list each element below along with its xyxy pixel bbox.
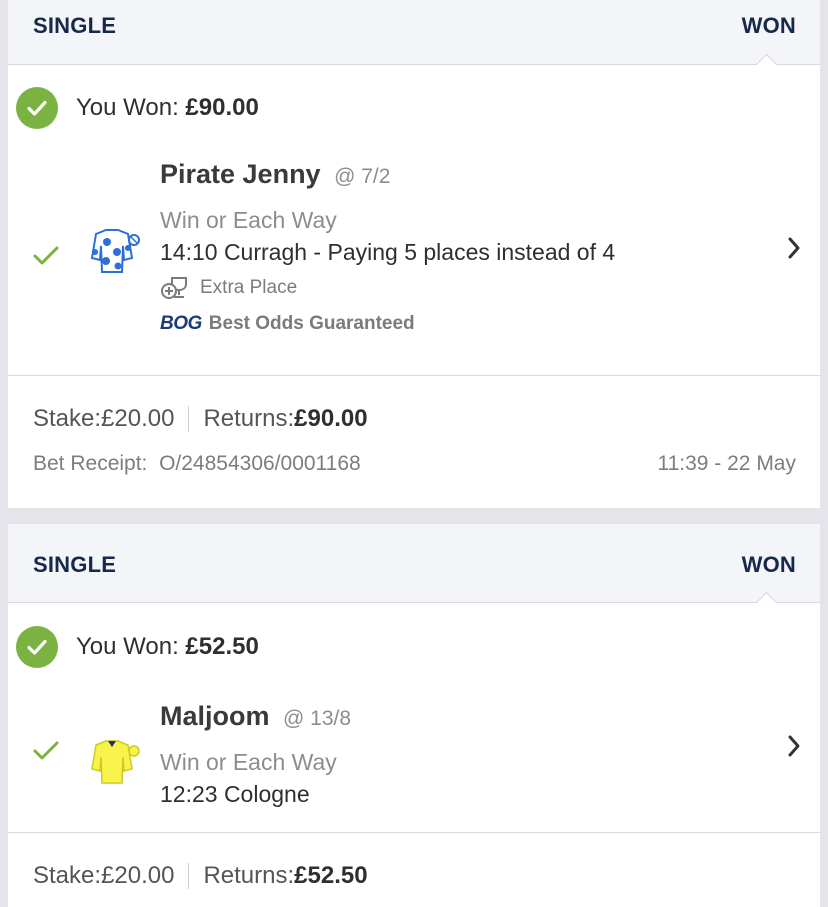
bet-type-label: SINGLE [33,13,117,38]
chevron-right-icon[interactable] [786,236,802,265]
separator [188,406,190,432]
bet-header: SINGLE WON [8,0,820,65]
bog-logo: BOG [160,313,202,334]
selection-details: Pirate Jenny @ 7/2 Win or Each Way 14:10… [160,156,615,335]
jockey-silks-icon [82,228,142,279]
bet-card: SINGLE WON You Won: £52.50 Maljoom @ 13/… [8,524,820,907]
trophy-plus-icon [161,277,187,299]
returns-label: Returns: [203,405,295,432]
stake-value: £20.00 [101,862,175,889]
market-name: Win or Each Way [160,749,337,775]
win-summary: You Won: £90.00 [16,86,259,130]
returns-label: Returns: [203,862,295,889]
stake-value: £20.00 [101,405,175,432]
win-amount-text: You Won: £52.50 [76,633,259,660]
stake-returns-row: Stake: £20.00 Returns: £90.00 [33,405,368,433]
bet-receipt: Bet Receipt: O/24854306/0001168 [33,452,361,475]
runner-name: Pirate Jenny [160,159,321,189]
stake-label: Stake: [33,862,102,889]
runner-odds: @ 13/8 [283,707,352,730]
extra-place-promo: Extra Place [160,275,615,301]
runner-odds: @ 7/2 [334,165,391,188]
event-name: 12:23 Cologne [160,781,310,807]
bet-header: SINGLE WON [8,524,820,603]
returns-value: £52.50 [294,862,368,889]
bog-label: Best Odds Guaranteed [208,313,415,334]
separator [188,863,190,889]
selection-details: Maljoom @ 13/8 Win or Each Way 12:23 Col… [160,698,351,811]
jockey-silks-icon [82,739,142,790]
win-summary: You Won: £52.50 [16,625,259,669]
chevron-right-icon[interactable] [786,734,802,763]
divider [8,832,820,833]
leg-result-check-icon [32,245,60,272]
win-check-icon [16,87,58,129]
event-name: 14:10 Curragh - Paying 5 places instead … [160,239,616,265]
leg-result-check-icon [32,740,60,767]
bet-status-label: WON [741,13,796,38]
extra-place-label: Extra Place [200,277,298,298]
best-odds-guaranteed: BOG Best Odds Guaranteed [160,313,615,335]
stake-label: Stake: [33,405,102,432]
returns-value: £90.00 [294,405,368,432]
win-check-icon [16,626,58,668]
runner-name: Maljoom [160,701,270,731]
receipt-row: Bet Receipt: O/24854306/0001168 11:39 - … [33,452,796,476]
bet-timestamp: 11:39 - 22 May [657,452,796,475]
bet-status-label: WON [741,552,796,577]
market-name: Win or Each Way [160,207,337,233]
win-amount-text: You Won: £90.00 [76,94,259,121]
bet-type-label: SINGLE [33,552,117,577]
divider [8,375,820,376]
stake-returns-row: Stake: £20.00 Returns: £52.50 [33,862,368,890]
bet-card: SINGLE WON You Won: £90.00 Pirate Jenny … [8,0,820,508]
